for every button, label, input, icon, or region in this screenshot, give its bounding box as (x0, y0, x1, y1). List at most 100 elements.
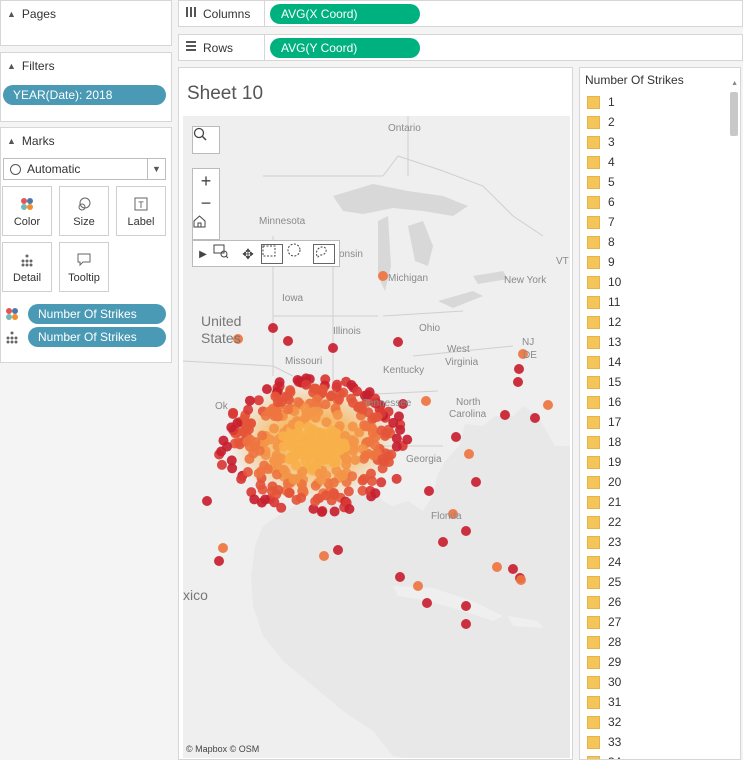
strike-point[interactable] (376, 425, 387, 436)
strike-point[interactable] (289, 438, 300, 449)
strike-point[interactable] (301, 379, 312, 390)
strike-point[interactable] (310, 438, 321, 449)
strike-point[interactable] (325, 391, 336, 402)
legend-item[interactable]: 6 (587, 192, 621, 212)
strike-point[interactable] (402, 434, 413, 445)
strike-point[interactable] (378, 271, 388, 281)
strike-point[interactable] (341, 459, 352, 470)
strike-point[interactable] (269, 497, 280, 508)
strike-point[interactable] (283, 336, 293, 346)
strike-point[interactable] (313, 406, 324, 417)
strike-point[interactable] (329, 506, 340, 517)
strike-point[interactable] (301, 408, 312, 419)
strike-point[interactable] (513, 377, 523, 387)
strike-point[interactable] (316, 474, 327, 485)
legend-item[interactable]: 24 (587, 552, 621, 572)
strike-point[interactable] (352, 386, 363, 397)
strike-point[interactable] (492, 562, 502, 572)
strike-point[interactable] (369, 439, 380, 450)
legend-item[interactable]: 4 (587, 152, 621, 172)
color-field-pill[interactable]: Number Of Strikes (28, 304, 166, 324)
strike-point[interactable] (391, 433, 402, 444)
scroll-up-icon[interactable]: ▲ (731, 80, 738, 87)
legend-item[interactable]: 27 (587, 612, 621, 632)
map-view[interactable]: Ontario Minnesota onsin Michigan New Yor… (183, 116, 570, 758)
strike-point[interactable] (319, 551, 329, 561)
legend-item[interactable]: 5 (587, 172, 621, 192)
size-button[interactable]: Size (59, 186, 109, 236)
strike-point[interactable] (438, 537, 448, 547)
strike-point[interactable] (309, 460, 320, 471)
search-map-button[interactable] (192, 126, 220, 154)
strike-point[interactable] (451, 432, 461, 442)
strike-point[interactable] (290, 460, 301, 471)
legend-item[interactable]: 19 (587, 452, 621, 472)
legend-scrollbar[interactable] (730, 92, 738, 136)
legend-item[interactable]: 32 (587, 712, 621, 732)
strike-point[interactable] (232, 418, 243, 429)
strike-point[interactable] (395, 424, 406, 435)
strike-point[interactable] (268, 323, 278, 333)
legend-item[interactable]: 28 (587, 632, 621, 652)
strike-point[interactable] (422, 598, 432, 608)
legend-item[interactable]: 31 (587, 692, 621, 712)
strike-point[interactable] (222, 441, 233, 452)
legend-item[interactable]: 20 (587, 472, 621, 492)
strike-point[interactable] (328, 343, 338, 353)
legend-item[interactable]: 33 (587, 732, 621, 752)
strike-point[interactable] (333, 545, 343, 555)
strike-point[interactable] (292, 375, 303, 386)
strike-point[interactable] (243, 424, 254, 435)
strike-point[interactable] (218, 543, 228, 553)
strike-point[interactable] (393, 411, 404, 422)
strike-point[interactable] (214, 556, 224, 566)
legend-item[interactable]: 23 (587, 532, 621, 552)
legend-item[interactable]: 12 (587, 312, 621, 332)
color-button[interactable]: Color (2, 186, 52, 236)
expand-triangle-icon[interactable]: ▶ (195, 243, 211, 265)
legend-item[interactable]: 7 (587, 212, 621, 232)
detail-button[interactable]: Detail (2, 242, 52, 292)
strike-point[interactable] (376, 477, 387, 488)
strike-point[interactable] (278, 464, 289, 475)
strike-point[interactable] (350, 454, 361, 465)
strike-point[interactable] (421, 396, 431, 406)
legend-item[interactable]: 3 (587, 132, 621, 152)
strike-point[interactable] (253, 395, 264, 406)
strike-point[interactable] (386, 449, 397, 460)
label-button[interactable]: T Label (116, 186, 166, 236)
legend-item[interactable]: 1 (587, 92, 621, 112)
strike-point[interactable] (278, 441, 289, 452)
collapse-caret-icon[interactable]: ▲ (7, 9, 16, 19)
legend-item[interactable]: 25 (587, 572, 621, 592)
mark-type-dropdown[interactable]: Automatic ▼ (3, 158, 166, 180)
collapse-caret-icon[interactable]: ▲ (7, 136, 16, 146)
legend-item[interactable]: 11 (587, 292, 621, 312)
legend-item[interactable]: 30 (587, 672, 621, 692)
strike-point[interactable] (347, 421, 358, 432)
strike-point[interactable] (367, 423, 378, 434)
lasso-select-icon[interactable] (313, 244, 335, 264)
strike-point[interactable] (226, 455, 237, 466)
legend-item[interactable]: 14 (587, 352, 621, 372)
strike-point[interactable] (266, 486, 277, 497)
zoom-out-icon[interactable]: − (193, 193, 219, 213)
radial-select-icon[interactable] (287, 243, 309, 265)
columns-pill[interactable]: AVG(X Coord) (270, 3, 420, 24)
legend-item[interactable]: 26 (587, 592, 621, 612)
strike-point[interactable] (461, 619, 471, 629)
legend-item[interactable]: 16 (587, 392, 621, 412)
strike-point[interactable] (372, 412, 383, 423)
strike-point[interactable] (461, 526, 471, 536)
legend-item[interactable]: 2 (587, 112, 621, 132)
legend-item[interactable]: 22 (587, 512, 621, 532)
strike-point[interactable] (330, 427, 341, 438)
strike-point[interactable] (261, 384, 272, 395)
pan-icon[interactable]: ✥ (237, 243, 259, 265)
strike-point[interactable] (276, 396, 287, 407)
strike-point[interactable] (320, 490, 331, 501)
strike-point[interactable] (464, 449, 474, 459)
strike-point[interactable] (500, 410, 510, 420)
strike-point[interactable] (337, 470, 348, 481)
rectangle-select-icon[interactable] (261, 244, 283, 264)
